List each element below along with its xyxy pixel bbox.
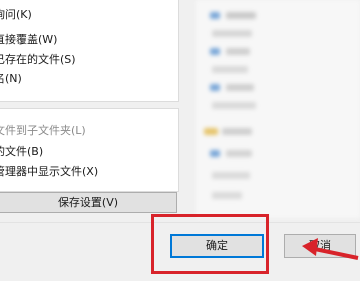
red-highlight-box bbox=[151, 214, 269, 274]
overwrite-mode-panel: 询问(K) 直接覆盖(W) 已存在的文件(S) 名(N) bbox=[0, 0, 179, 102]
save-settings-button[interactable]: 保存设置(V) bbox=[0, 192, 177, 213]
misc-options-panel: 文件到子文件夹(L) 的文件(B) 管理器中显示文件(X) bbox=[0, 108, 179, 192]
tree-item bbox=[212, 102, 256, 109]
option-ask[interactable]: 询问(K) bbox=[0, 7, 172, 23]
tree-item bbox=[212, 66, 248, 73]
tree-item bbox=[212, 192, 242, 199]
extract-settings-dialog: 询问(K) 直接覆盖(W) 已存在的文件(S) 名(N) 文件到子文件夹(L) … bbox=[0, 0, 360, 281]
tree-item bbox=[226, 12, 256, 19]
tree-item bbox=[226, 150, 252, 157]
option-skip-existing[interactable]: 已存在的文件(S) bbox=[0, 52, 172, 68]
option-extract-to-subfolders[interactable]: 文件到子文件夹(L) bbox=[0, 123, 172, 139]
folder-tree-blurred bbox=[196, 0, 360, 218]
tree-item bbox=[226, 48, 250, 55]
folder-icon bbox=[210, 48, 220, 55]
red-arrow-icon bbox=[302, 238, 359, 260]
tree-item bbox=[222, 128, 252, 135]
option-show-in-explorer[interactable]: 管理器中显示文件(X) bbox=[0, 164, 172, 180]
tree-item bbox=[226, 84, 254, 91]
tree-item bbox=[212, 172, 250, 179]
folder-icon bbox=[210, 150, 220, 157]
option-rename[interactable]: 名(N) bbox=[0, 71, 172, 87]
option-keep-broken-files[interactable]: 的文件(B) bbox=[0, 144, 172, 160]
folder-icon bbox=[210, 12, 220, 19]
folder-icon bbox=[210, 84, 220, 91]
folder-icon bbox=[204, 128, 218, 135]
option-overwrite[interactable]: 直接覆盖(W) bbox=[0, 32, 172, 48]
tree-item bbox=[212, 30, 252, 37]
